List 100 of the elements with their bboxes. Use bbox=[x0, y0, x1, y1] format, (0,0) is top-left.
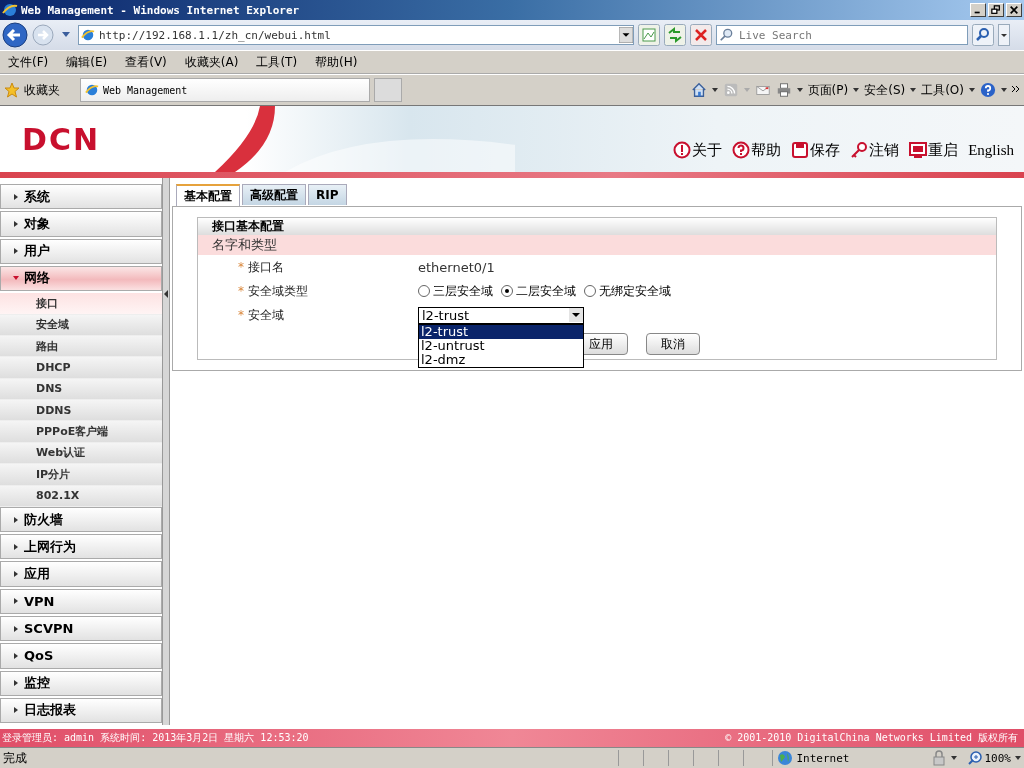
caret-icon[interactable] bbox=[853, 88, 860, 92]
collapse-icon[interactable] bbox=[164, 290, 168, 298]
caret-icon[interactable] bbox=[969, 88, 975, 92]
dropdown-icon[interactable] bbox=[569, 308, 583, 322]
help-icon[interactable] bbox=[980, 82, 996, 98]
required-mark: * bbox=[238, 260, 245, 274]
command-menu[interactable]: 安全(S) bbox=[864, 81, 906, 99]
sidebar-item[interactable]: 应用 bbox=[0, 561, 162, 587]
menu-item[interactable]: 帮助(H) bbox=[315, 53, 358, 71]
command-menu[interactable]: 工具(O) bbox=[921, 81, 964, 99]
radio-button[interactable] bbox=[501, 285, 513, 297]
radio-button[interactable] bbox=[418, 285, 430, 297]
search-field[interactable]: Live Search bbox=[716, 25, 968, 45]
star-icon[interactable] bbox=[4, 82, 20, 98]
sidebar-subitem[interactable]: DDNS bbox=[0, 400, 162, 422]
sidebar-item[interactable]: 对象 bbox=[0, 211, 162, 237]
sidebar-subitem[interactable]: IP分片 bbox=[0, 464, 162, 486]
form-button[interactable]: 取消 bbox=[646, 333, 700, 355]
close-button[interactable] bbox=[1006, 3, 1022, 17]
sidebar-subitem[interactable]: DHCP bbox=[0, 357, 162, 379]
back-icon[interactable] bbox=[2, 22, 28, 48]
tab[interactable]: RIP bbox=[308, 184, 347, 205]
sidebar-item[interactable]: 监控 bbox=[0, 670, 162, 696]
status-text: 完成 bbox=[3, 749, 28, 767]
caret-icon[interactable] bbox=[62, 32, 70, 38]
zoom-control[interactable]: 100% bbox=[966, 750, 1011, 766]
radio-label[interactable]: 二层安全域 bbox=[516, 282, 576, 300]
globe-icon bbox=[776, 750, 793, 766]
sidebar-item[interactable]: QoS bbox=[0, 643, 162, 669]
dropdown-option[interactable]: l2-trust bbox=[419, 324, 583, 339]
search-icon[interactable] bbox=[972, 24, 994, 46]
dropdown-icon[interactable] bbox=[619, 27, 633, 43]
login-info: 登录管理员: admin 系统时间: 2013年3月2日 星期六 12:53:20 bbox=[2, 731, 309, 745]
header-link[interactable]: 保存 bbox=[791, 140, 841, 160]
splitter-handle[interactable] bbox=[162, 178, 170, 725]
sidebar-subitem[interactable]: 802.1X bbox=[0, 485, 162, 507]
radio-label[interactable]: 无绑定安全域 bbox=[599, 282, 671, 300]
menu-item[interactable]: 收藏夹(A) bbox=[184, 53, 239, 71]
zone-indicator: Internet bbox=[771, 750, 927, 766]
sidebar-item[interactable]: VPN bbox=[0, 588, 162, 614]
refresh-icon[interactable] bbox=[664, 24, 686, 46]
menu-item[interactable]: 编辑(E) bbox=[66, 53, 108, 71]
header-link[interactable]: 关于 bbox=[673, 140, 723, 160]
select-field[interactable]: l2-trust bbox=[418, 306, 584, 324]
caret-icon[interactable] bbox=[910, 88, 917, 92]
caret-icon[interactable] bbox=[998, 24, 1010, 46]
radio-button[interactable] bbox=[584, 285, 596, 297]
section-heading: 名字和类型 bbox=[198, 235, 996, 255]
sidebar-item[interactable]: 上网行为 bbox=[0, 534, 162, 560]
sidebar-item[interactable]: 网络 bbox=[0, 265, 162, 292]
caret-icon[interactable] bbox=[796, 88, 803, 92]
copyright-text: © 2001-2010 DigitalChina Networks Limited 版权所有 bbox=[725, 731, 1018, 745]
tab[interactable]: 基本配置 bbox=[176, 184, 240, 206]
sidebar-subitem[interactable]: 接口 bbox=[0, 293, 162, 315]
favorites-label[interactable]: 收藏夹 bbox=[24, 81, 60, 99]
sidebar-item[interactable]: 防火墙 bbox=[0, 506, 162, 533]
page-tab[interactable]: Web Management bbox=[80, 78, 370, 102]
field-label: 安全域 bbox=[248, 306, 285, 324]
caret-icon bbox=[13, 275, 19, 282]
sidebar-item[interactable]: 日志报表 bbox=[0, 697, 162, 724]
sidebar-subitem[interactable]: DNS bbox=[0, 378, 162, 400]
caret-icon[interactable] bbox=[950, 756, 957, 760]
sidebar-item[interactable]: 系统 bbox=[0, 184, 162, 210]
stop-icon[interactable] bbox=[690, 24, 712, 46]
chevron-icon[interactable] bbox=[1012, 85, 1020, 92]
sidebar-subitem[interactable]: 安全域 bbox=[0, 314, 162, 336]
header-link[interactable]: 重启 bbox=[909, 140, 959, 160]
command-menu[interactable]: 页面(P) bbox=[807, 81, 849, 99]
restore-icon bbox=[991, 5, 1001, 15]
caret-icon[interactable] bbox=[1001, 88, 1007, 92]
header-link[interactable]: 注销 bbox=[850, 140, 900, 160]
dropdown-option[interactable]: l2-dmz bbox=[419, 352, 583, 367]
home-icon[interactable] bbox=[690, 82, 707, 98]
caret-icon bbox=[13, 680, 19, 687]
caret-icon[interactable] bbox=[711, 88, 718, 92]
menu-item[interactable]: 文件(F) bbox=[8, 53, 49, 71]
printer-icon[interactable] bbox=[775, 82, 792, 98]
caret-icon bbox=[13, 625, 19, 632]
menu-item[interactable]: 工具(T) bbox=[256, 53, 298, 71]
info-icon bbox=[673, 141, 692, 159]
caret-icon bbox=[13, 516, 19, 523]
radio-label[interactable]: 三层安全域 bbox=[433, 282, 493, 300]
address-field[interactable]: http://192.168.1.1/zh_cn/webui.html bbox=[78, 25, 634, 45]
menu-item[interactable]: 查看(V) bbox=[125, 53, 167, 71]
sidebar-subitem[interactable]: PPPoE客户端 bbox=[0, 421, 162, 443]
header-link[interactable]: 帮助 bbox=[732, 140, 782, 160]
sidebar-subitem[interactable]: 路由 bbox=[0, 335, 162, 358]
sidebar-item[interactable]: SCVPN bbox=[0, 616, 162, 642]
sidebar-subitem[interactable]: Web认证 bbox=[0, 442, 162, 465]
field-label: 安全域类型 bbox=[248, 282, 309, 300]
required-mark: * bbox=[238, 284, 245, 298]
minimize-button[interactable] bbox=[970, 3, 986, 17]
page-icon bbox=[85, 83, 99, 97]
tab[interactable]: 高级配置 bbox=[242, 184, 306, 205]
sidebar-item[interactable]: 用户 bbox=[0, 238, 162, 264]
card-title: 接口基本配置 bbox=[198, 218, 996, 235]
caret-icon[interactable] bbox=[1015, 756, 1021, 760]
restore-button[interactable] bbox=[988, 3, 1004, 17]
field-value: ethernet0/1 bbox=[418, 259, 495, 275]
header-link[interactable]: English bbox=[968, 141, 1014, 159]
